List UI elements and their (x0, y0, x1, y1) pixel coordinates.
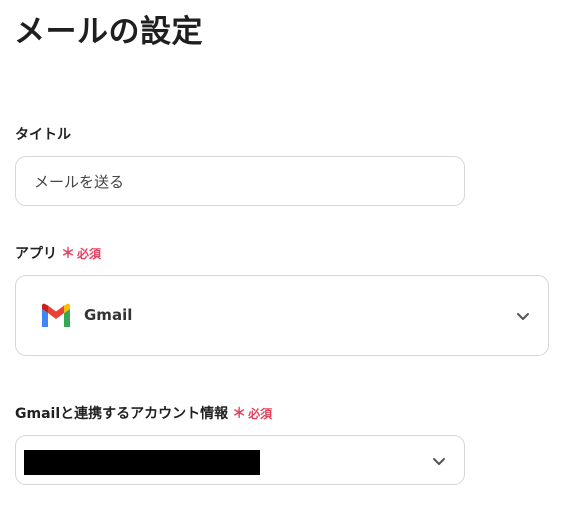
selected-app-name: Gmail (84, 306, 133, 324)
account-field-label: Gmailと連携するアカウント情報＊必須 (15, 404, 272, 424)
required-badge: ＊必須 (232, 406, 273, 422)
account-label-text: Gmailと連携するアカウント情報 (15, 406, 229, 422)
redacted-account-value (24, 450, 260, 475)
required-badge: ＊必須 (61, 246, 102, 262)
page-title: メールの設定 (14, 14, 203, 50)
required-text: 必須 (77, 247, 102, 261)
app-select[interactable]: Gmail (15, 275, 549, 356)
title-field-label: タイトル (15, 127, 71, 143)
required-text: 必須 (248, 407, 273, 421)
account-select[interactable] (15, 435, 465, 485)
app-field-label: アプリ＊必須 (15, 244, 101, 264)
chevron-down-icon (517, 313, 529, 320)
app-label-text: アプリ (15, 246, 57, 262)
chevron-down-icon (433, 458, 445, 465)
title-input[interactable] (15, 156, 465, 206)
required-star: ＊ (232, 406, 247, 422)
required-star: ＊ (61, 246, 75, 262)
gmail-logo-icon (42, 303, 70, 327)
